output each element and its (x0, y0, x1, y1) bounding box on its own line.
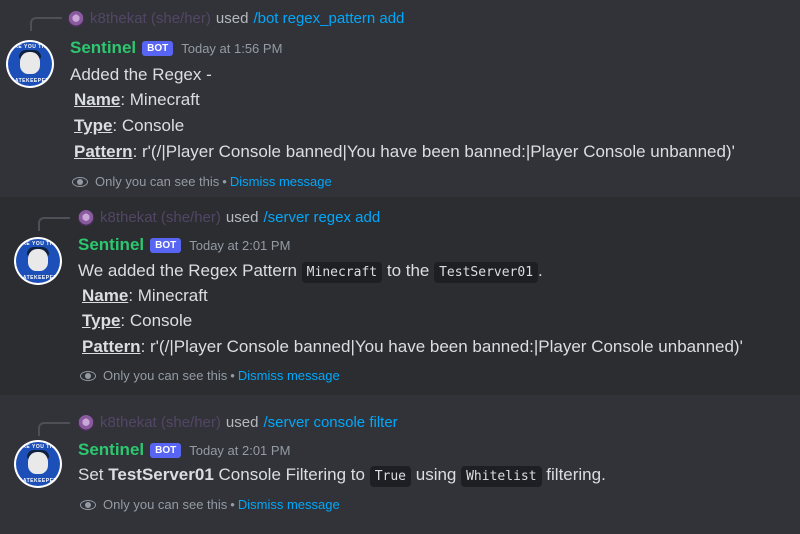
inline-code: Minecraft (301, 262, 383, 283)
avatar-text-bottom: GATEKEEPER (18, 275, 58, 281)
bot-badge: BOT (150, 443, 182, 458)
ephemeral-text: Only you can see this (95, 174, 220, 189)
reply-connector (38, 217, 70, 231)
field-label: Name (82, 286, 129, 305)
reply-reference[interactable]: k8thekat (she/her) used /bot regex_patte… (68, 10, 404, 27)
message-body: Set TestServer01 Console Filtering to Tr… (78, 465, 606, 487)
text-segment: . (538, 261, 543, 280)
separator-dot: • (230, 497, 235, 512)
reply-command[interactable]: /server console filter (263, 414, 397, 431)
user-mini-avatar[interactable] (68, 10, 84, 27)
eye-icon (80, 370, 96, 381)
message-1: k8thekat (she/her) used /bot regex_patte… (0, 0, 800, 197)
ephemeral-text: Only you can see this (103, 368, 228, 383)
field-value: : r'(/|Player Console banned|You have be… (140, 337, 743, 356)
timestamp[interactable]: Today at 2:01 PM (189, 443, 290, 458)
reply-username[interactable]: k8thekat (she/her) (90, 10, 211, 27)
field-value: : Minecraft (128, 286, 208, 305)
inline-code: TestServer01 (434, 262, 539, 283)
author-name[interactable]: Sentinel (70, 38, 136, 58)
ephemeral-text: Only you can see this (103, 497, 228, 512)
inline-code: True (369, 466, 412, 487)
reply-command[interactable]: /bot regex_pattern add (253, 10, 404, 27)
field-label: Pattern (82, 337, 141, 356)
field-type: Type: Console (74, 116, 184, 136)
field-label: Pattern (74, 142, 133, 161)
field-label: Type (74, 116, 113, 135)
user-mini-avatar[interactable] (78, 209, 94, 226)
field-label: Type (82, 311, 121, 330)
separator-dot: • (222, 174, 227, 189)
dismiss-message-link[interactable]: Dismiss message (238, 368, 340, 383)
eye-icon (80, 499, 96, 510)
text-segment: using (411, 465, 462, 484)
message-intro: We added the Regex Pattern Minecraft to … (78, 261, 543, 283)
text-segment: to the (382, 261, 435, 280)
author-name[interactable]: Sentinel (78, 440, 144, 460)
text-segment: Set (78, 465, 109, 484)
field-value: : Console (112, 116, 185, 135)
reply-reference[interactable]: k8thekat (she/her) used /server regex ad… (78, 209, 380, 226)
reply-used-label: used (225, 209, 259, 226)
message-2: k8thekat (she/her) used /server regex ad… (0, 197, 800, 395)
reply-used-label: used (225, 414, 259, 431)
avatar-text-bottom: GATEKEEPER (18, 478, 58, 484)
message-header: Sentinel BOT Today at 2:01 PM (78, 235, 290, 255)
separator-dot: • (230, 368, 235, 383)
reply-username[interactable]: k8thekat (she/her) (100, 414, 221, 431)
reply-connector (38, 422, 70, 436)
eye-icon (72, 176, 88, 187)
bot-avatar[interactable]: ARE YOU THE GATEKEEPER (14, 440, 62, 488)
ephemeral-notice: Only you can see this • Dismiss message (80, 497, 340, 512)
field-label: Name (74, 90, 121, 109)
reply-username[interactable]: k8thekat (she/her) (100, 209, 221, 226)
dismiss-message-link[interactable]: Dismiss message (238, 497, 340, 512)
bot-badge: BOT (142, 41, 174, 56)
bot-avatar[interactable]: ARE YOU THE GATEKEEPER (6, 40, 54, 88)
bold-text: TestServer01 (108, 465, 214, 484)
inline-code: Whitelist (461, 466, 542, 487)
text-segment: filtering. (541, 465, 606, 484)
message-intro: Added the Regex - (70, 65, 212, 84)
text-segment: Console Filtering to (213, 465, 370, 484)
dismiss-message-link[interactable]: Dismiss message (230, 174, 332, 189)
timestamp[interactable]: Today at 1:56 PM (181, 41, 282, 56)
field-name: Name: Minecraft (74, 90, 200, 110)
field-pattern: Pattern: r'(/|Player Console banned|You … (82, 337, 743, 357)
text-segment: We added the Regex Pattern (78, 261, 302, 280)
user-mini-avatar[interactable] (78, 414, 94, 431)
reply-used-label: used (215, 10, 249, 27)
field-pattern: Pattern: r'(/|Player Console banned|You … (74, 142, 735, 162)
timestamp[interactable]: Today at 2:01 PM (189, 238, 290, 253)
message-header: Sentinel BOT Today at 2:01 PM (78, 440, 290, 460)
field-value: : Console (120, 311, 193, 330)
field-name: Name: Minecraft (82, 286, 208, 306)
avatar-text-bottom: GATEKEEPER (10, 78, 50, 84)
field-value: : r'(/|Player Console banned|You have be… (132, 142, 735, 161)
field-value: : Minecraft (120, 90, 200, 109)
ephemeral-notice: Only you can see this • Dismiss message (80, 368, 340, 383)
bot-badge: BOT (150, 238, 182, 253)
message-header: Sentinel BOT Today at 1:56 PM (70, 38, 282, 58)
bot-avatar[interactable]: ARE YOU THE GATEKEEPER (14, 237, 62, 285)
ephemeral-notice: Only you can see this • Dismiss message (72, 174, 332, 189)
field-type: Type: Console (82, 311, 192, 331)
reply-command[interactable]: /server regex add (263, 209, 380, 226)
reply-connector (30, 17, 62, 31)
message-3: k8thekat (she/her) used /server console … (0, 402, 800, 534)
reply-reference[interactable]: k8thekat (she/her) used /server console … (78, 414, 398, 431)
author-name[interactable]: Sentinel (78, 235, 144, 255)
